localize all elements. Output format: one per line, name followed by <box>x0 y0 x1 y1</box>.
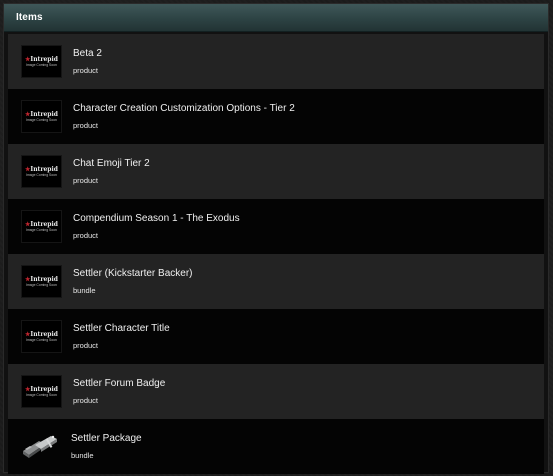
placeholder-thumbnail: ★Intrepid Image Coming Soon <box>21 320 62 353</box>
item-type: product <box>73 176 99 185</box>
items-list: ★Intrepid Image Coming Soon Beta 2 produ… <box>8 34 544 474</box>
list-item[interactable]: ★Intrepid Image Coming Soon Compendium S… <box>8 199 544 254</box>
item-name[interactable]: Chat Emoji Tier 2 <box>73 157 150 170</box>
intrepid-logo-icon: ★Intrepid <box>25 110 58 118</box>
placeholder-thumbnail: ★Intrepid Image Coming Soon <box>21 155 62 188</box>
list-item[interactable]: ★Intrepid Image Coming Soon Character Cr… <box>8 89 544 144</box>
list-item[interactable]: ★Intrepid Image Coming Soon Settler Char… <box>8 309 544 364</box>
intrepid-logo-icon: ★Intrepid <box>25 220 58 228</box>
item-type: product <box>73 231 99 240</box>
placeholder-thumbnail: ★Intrepid Image Coming Soon <box>21 210 62 243</box>
package-thumbnail <box>21 431 60 462</box>
item-name[interactable]: Settler Package <box>71 432 142 445</box>
list-item[interactable]: Settler Package bundle <box>8 419 544 474</box>
placeholder-thumbnail: ★Intrepid Image Coming Soon <box>21 265 62 298</box>
panel-title: Items <box>16 12 43 23</box>
item-type: bundle <box>73 286 96 295</box>
list-item[interactable]: ★Intrepid Image Coming Soon Chat Emoji T… <box>8 144 544 199</box>
list-item[interactable]: ★Intrepid Image Coming Soon Settler Foru… <box>8 364 544 419</box>
intrepid-logo-icon: ★Intrepid <box>25 275 58 283</box>
items-panel: Items ★Intrepid Image Coming Soon Beta 2… <box>3 3 549 474</box>
image-coming-soon-text: Image Coming Soon <box>26 117 57 122</box>
package-icon <box>23 435 57 458</box>
intrepid-logo-icon: ★Intrepid <box>25 165 58 173</box>
list-item[interactable]: ★Intrepid Image Coming Soon Beta 2 produ… <box>8 34 544 89</box>
item-name[interactable]: Settler Character Title <box>73 322 170 335</box>
placeholder-thumbnail: ★Intrepid Image Coming Soon <box>21 100 62 133</box>
item-type: product <box>73 396 99 405</box>
item-type: bundle <box>71 451 94 460</box>
item-type: product <box>73 121 99 130</box>
item-name[interactable]: Compendium Season 1 - The Exodus <box>73 212 240 225</box>
placeholder-thumbnail: ★Intrepid Image Coming Soon <box>21 375 62 408</box>
image-coming-soon-text: Image Coming Soon <box>26 62 57 67</box>
panel-header: Items <box>4 4 548 32</box>
image-coming-soon-text: Image Coming Soon <box>26 282 57 287</box>
image-coming-soon-text: Image Coming Soon <box>26 227 57 232</box>
item-type: product <box>73 66 99 75</box>
placeholder-thumbnail: ★Intrepid Image Coming Soon <box>21 45 62 78</box>
list-item[interactable]: ★Intrepid Image Coming Soon Settler (Kic… <box>8 254 544 309</box>
item-type: product <box>73 341 99 350</box>
item-name[interactable]: Character Creation Customization Options… <box>73 102 295 115</box>
intrepid-logo-icon: ★Intrepid <box>25 330 58 338</box>
image-coming-soon-text: Image Coming Soon <box>26 392 57 397</box>
intrepid-logo-icon: ★Intrepid <box>25 55 58 63</box>
image-coming-soon-text: Image Coming Soon <box>26 172 57 177</box>
item-name[interactable]: Beta 2 <box>73 47 102 60</box>
item-name[interactable]: Settler (Kickstarter Backer) <box>73 267 192 280</box>
image-coming-soon-text: Image Coming Soon <box>26 337 57 342</box>
item-name[interactable]: Settler Forum Badge <box>73 377 165 390</box>
intrepid-logo-icon: ★Intrepid <box>25 385 58 393</box>
